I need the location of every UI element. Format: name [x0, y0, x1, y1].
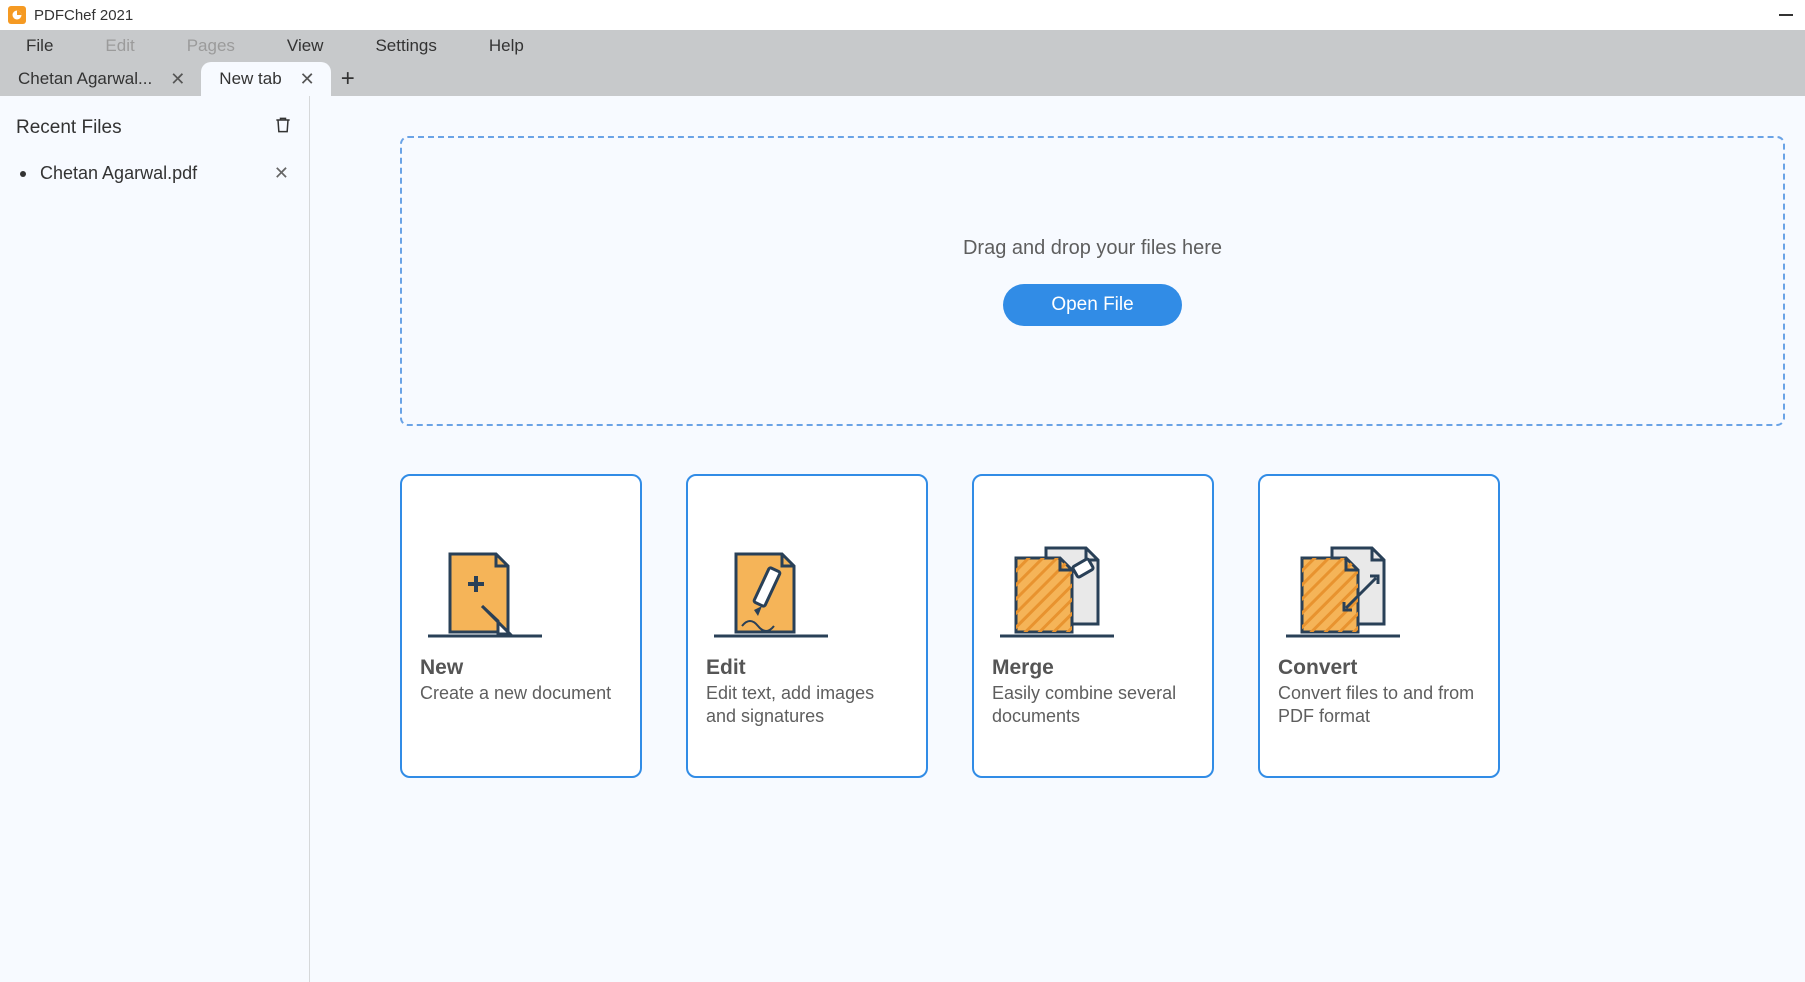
menu-pages: Pages: [161, 30, 261, 62]
minimize-button[interactable]: [1779, 14, 1793, 16]
dropzone[interactable]: Drag and drop your files here Open File: [400, 136, 1785, 426]
recent-files-title: Recent Files: [16, 117, 122, 139]
close-tab-icon[interactable]: ✕: [296, 70, 319, 88]
tab-label: New tab: [219, 69, 281, 89]
card-title: Edit: [706, 656, 908, 680]
tab-label: Chetan Agarwal...: [18, 69, 152, 89]
workspace: Recent Files Chetan Agarwal.pdf ✕ Drag a…: [0, 96, 1805, 982]
menu-view[interactable]: View: [261, 30, 350, 62]
card-convert[interactable]: Convert Convert files to and from PDF fo…: [1258, 474, 1500, 778]
edit-document-icon: [706, 496, 908, 646]
bullet-icon: [20, 171, 26, 177]
tab-new-tab[interactable]: New tab ✕: [201, 62, 330, 96]
card-desc: Edit text, add images and signatures: [706, 682, 908, 729]
close-tab-icon[interactable]: ✕: [166, 70, 189, 88]
tab-chetan-agarwal[interactable]: Chetan Agarwal... ✕: [0, 62, 201, 96]
add-tab-button[interactable]: +: [331, 62, 365, 96]
app-logo-icon: [8, 6, 26, 24]
convert-documents-icon: [1278, 496, 1480, 646]
card-desc: Convert files to and from PDF format: [1278, 682, 1480, 729]
menu-edit: Edit: [79, 30, 160, 62]
menubar: File Edit Pages View Settings Help: [0, 30, 1805, 62]
card-title: New: [420, 656, 622, 680]
card-title: Convert: [1278, 656, 1480, 680]
card-new[interactable]: New Create a new document: [400, 474, 642, 778]
recent-file-name: Chetan Agarwal.pdf: [40, 163, 197, 184]
titlebar: PDFChef 2021: [0, 0, 1805, 30]
trash-icon[interactable]: [273, 114, 293, 141]
card-title: Merge: [992, 656, 1194, 680]
menu-settings[interactable]: Settings: [349, 30, 462, 62]
menu-file[interactable]: File: [0, 30, 79, 62]
card-merge[interactable]: Merge Easily combine several documents: [972, 474, 1214, 778]
tabbar: Chetan Agarwal... ✕ New tab ✕ +: [0, 62, 1805, 96]
main-area: Drag and drop your files here Open File …: [310, 96, 1805, 982]
card-edit[interactable]: Edit Edit text, add images and signature…: [686, 474, 928, 778]
sidebar: Recent Files Chetan Agarwal.pdf ✕: [0, 96, 310, 982]
recent-file-item[interactable]: Chetan Agarwal.pdf ✕: [12, 153, 297, 194]
action-cards: New Create a new document Edit Edit t: [400, 474, 1785, 778]
merge-documents-icon: [992, 496, 1194, 646]
card-desc: Easily combine several documents: [992, 682, 1194, 729]
dropzone-text: Drag and drop your files here: [963, 237, 1222, 260]
new-document-icon: [420, 496, 622, 646]
sidebar-header: Recent Files: [12, 114, 297, 153]
remove-recent-icon[interactable]: ✕: [270, 163, 293, 184]
menu-help[interactable]: Help: [463, 30, 550, 62]
open-file-button[interactable]: Open File: [1003, 284, 1181, 326]
window-controls: [1779, 0, 1793, 30]
card-desc: Create a new document: [420, 682, 622, 705]
app-title: PDFChef 2021: [34, 7, 133, 24]
